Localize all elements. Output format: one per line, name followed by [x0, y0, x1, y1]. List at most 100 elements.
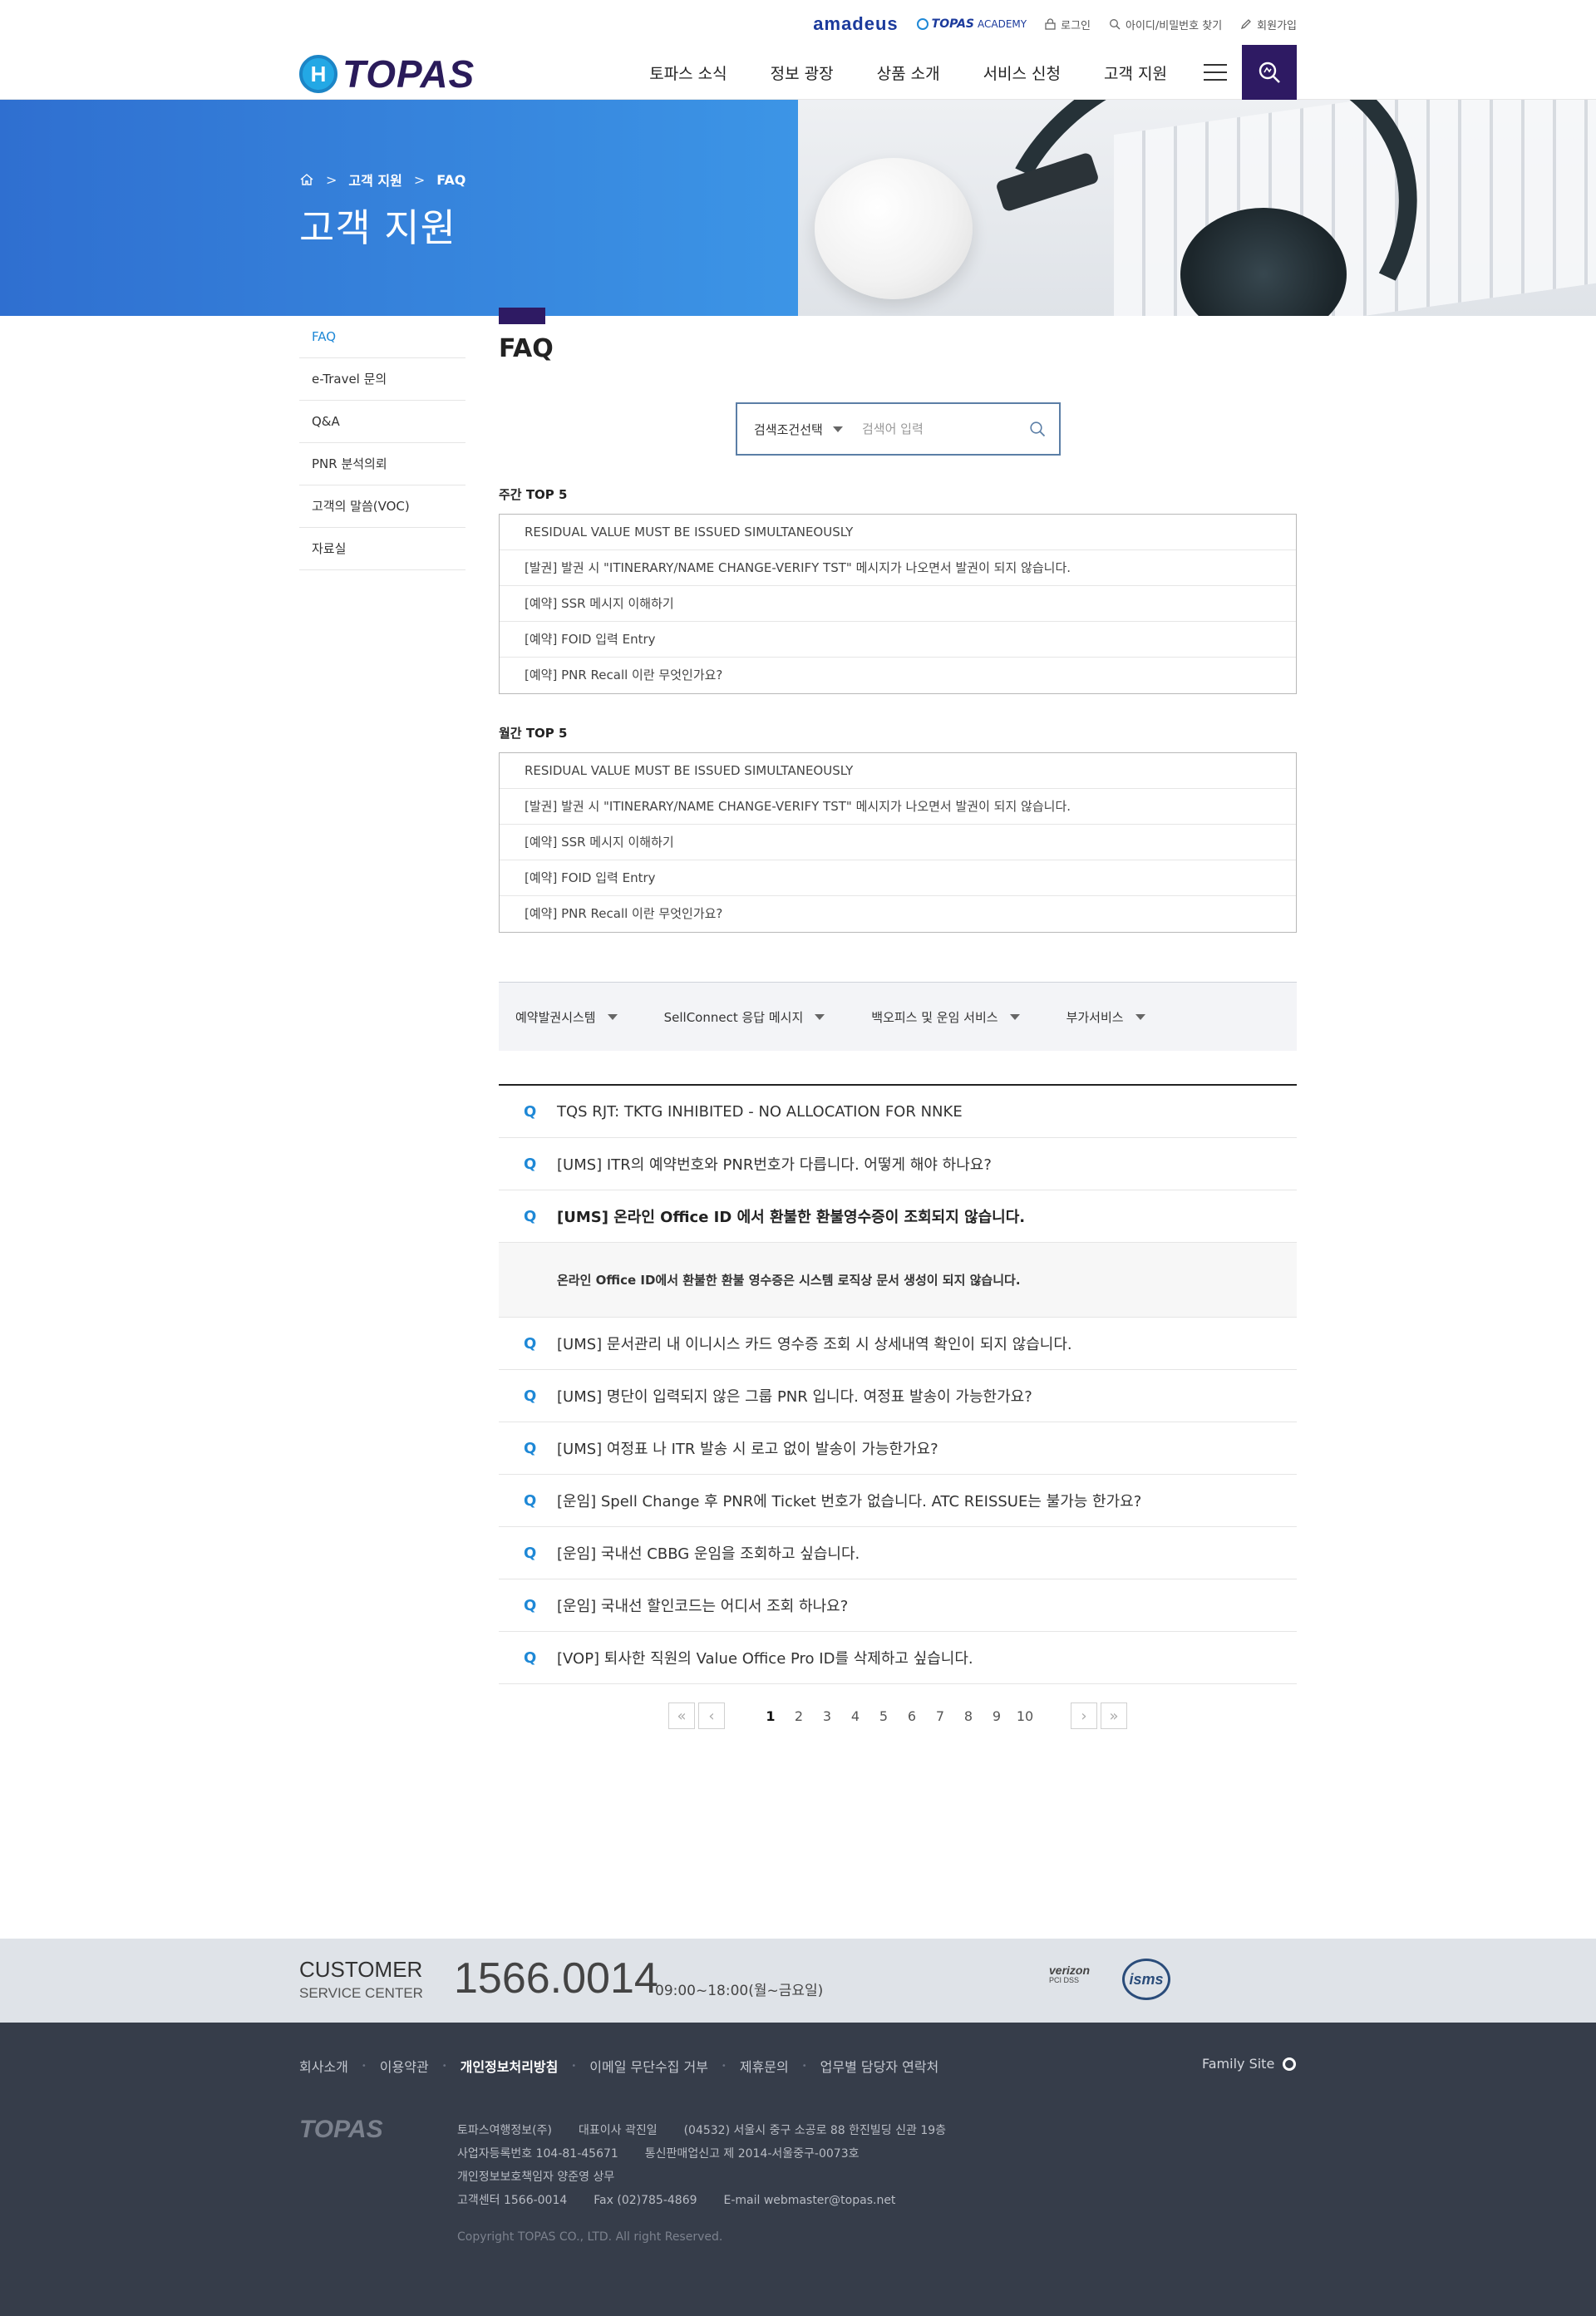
faq-question[interactable]: Q TQS RJT: TKTG INHIBITED - NO ALLOCATION… — [499, 1086, 1297, 1138]
footer-link-contacts[interactable]: 업무별 담당자 연락처 — [820, 2056, 939, 2076]
faq-question[interactable]: Q [운임] 국내선 할인코드는 어디서 조회 하나요? — [499, 1579, 1297, 1632]
list-item[interactable]: [발권] 발권 시 "ITINERARY/NAME CHANGE-VERIFY … — [500, 550, 1296, 586]
customer-center-bar: CUSTOMER SERVICE CENTER 1566.0014 09:00~… — [0, 1939, 1596, 2023]
sidebar-item-faq[interactable]: FAQ — [299, 316, 466, 358]
hero-banner: > 고객 지원 > FAQ 고객 지원 — [0, 100, 1596, 316]
last-page-icon[interactable]: » — [1101, 1703, 1127, 1729]
pencil-icon — [1241, 19, 1252, 30]
sidebar-item-etravel[interactable]: e-Travel 문의 — [299, 358, 466, 401]
footer-link-privacy[interactable]: 개인정보처리방침 — [461, 2056, 559, 2076]
page-link[interactable]: 4 — [841, 1708, 869, 1724]
nav-item-support[interactable]: 고객 지원 — [1104, 62, 1167, 84]
list-item[interactable]: RESIDUAL VALUE MUST BE ISSUED SIMULTANEO… — [500, 753, 1296, 789]
cs-phone: 1566.0014 — [454, 1954, 658, 2003]
breadcrumb-support[interactable]: 고객 지원 — [348, 170, 401, 190]
caret-down-icon — [815, 1013, 825, 1020]
breadcrumb-faq[interactable]: FAQ — [436, 172, 466, 188]
q-icon: Q — [524, 1544, 537, 1562]
category-dropdown-reservation[interactable]: 예약발권시스템 — [515, 1008, 618, 1026]
search-condition-select[interactable]: 검색조건선택 — [737, 421, 862, 438]
hero-image — [798, 100, 1596, 316]
hamburger-menu-icon[interactable] — [1190, 45, 1240, 100]
chevron-right-icon: > — [413, 171, 426, 188]
faq-question[interactable]: Q [UMS] 문서관리 내 이니시스 카드 영수증 조회 시 상세내역 확인이 … — [499, 1318, 1297, 1370]
page-numbers: 1 2 3 4 5 6 7 8 9 10 — [756, 1708, 1039, 1724]
q-icon: Q — [524, 1102, 537, 1121]
q-icon: Q — [524, 1387, 537, 1405]
category-dropdown-addon[interactable]: 부가서비스 — [1066, 1008, 1145, 1026]
faq-question-open[interactable]: Q [UMS] 온라인 Office ID 에서 환불한 환불영수증이 조회되지 … — [499, 1190, 1297, 1243]
caret-down-icon — [1009, 1013, 1020, 1020]
home-icon[interactable] — [299, 173, 314, 186]
footer-link-email-policy[interactable]: 이메일 무단수집 거부 — [589, 2056, 708, 2076]
sidebar-item-qna[interactable]: Q&A — [299, 401, 466, 443]
sidebar-item-voc[interactable]: 고객의 말씀(VOC) — [299, 485, 466, 528]
list-item[interactable]: [예약] PNR Recall 이란 무엇인가요? — [500, 658, 1296, 693]
faq-question[interactable]: Q [UMS] 여정표 나 ITR 발송 시 로고 없이 발송이 가능한가요? — [499, 1422, 1297, 1475]
footer-link-terms[interactable]: 이용약관 — [380, 2056, 429, 2076]
caret-down-icon — [1135, 1013, 1145, 1020]
company-info: 토파스여행정보(주) 대표이사 곽진일 (04532) 서울시 중구 소공로 88 … — [457, 2124, 947, 2207]
list-item[interactable]: [예약] SSR 메시지 이해하기 — [500, 586, 1296, 622]
pagination: « ‹ 1 2 3 4 5 6 7 8 9 10 › » — [499, 1702, 1297, 1730]
footer-link-partnership[interactable]: 제휴문의 — [740, 2056, 789, 2076]
next-page-icon[interactable]: › — [1071, 1703, 1097, 1729]
page-link[interactable]: 2 — [785, 1708, 813, 1724]
find-account-link[interactable]: 아이디/비밀번호 찾기 — [1109, 17, 1222, 32]
faq-question[interactable]: Q [운임] 국내선 CBBG 운임을 조회하고 싶습니다. — [499, 1527, 1297, 1579]
page-link[interactable]: 1 — [756, 1708, 785, 1724]
page-link[interactable]: 10 — [1011, 1708, 1039, 1724]
category-dropdown-backoffice[interactable]: 백오피스 및 운임 서비스 — [871, 1008, 1020, 1026]
sidebar-item-pnr[interactable]: PNR 분석의뢰 — [299, 443, 466, 485]
first-page-icon[interactable]: « — [668, 1703, 695, 1729]
page-link[interactable]: 9 — [983, 1708, 1011, 1724]
faq-question[interactable]: Q [UMS] 명단이 입력되지 않은 그룹 PNR 입니다. 여정표 발송이 가… — [499, 1370, 1297, 1422]
utility-bar: amadeus TOPAS ACADEMY 로그인 아이디/비밀번호 찾기 회원… — [0, 0, 1596, 45]
page-link[interactable]: 8 — [954, 1708, 983, 1724]
q-icon: Q — [524, 1207, 537, 1225]
list-item[interactable]: [예약] FOID 입력 Entry — [500, 622, 1296, 658]
join-link[interactable]: 회원가입 — [1240, 17, 1297, 32]
list-item[interactable]: RESIDUAL VALUE MUST BE ISSUED SIMULTANEO… — [500, 515, 1296, 550]
category-dropdown-sellconnect[interactable]: SellConnect 응답 메시지 — [664, 1008, 825, 1026]
side-nav: FAQ e-Travel 문의 Q&A PNR 분석의뢰 고객의 말씀(VOC)… — [299, 316, 466, 570]
nav-item-news[interactable]: 토파스 소식 — [649, 62, 727, 84]
breadcrumb: > 고객 지원 > FAQ — [299, 170, 466, 190]
caret-down-icon — [607, 1013, 618, 1020]
faq-question[interactable]: Q [VOP] 퇴사한 직원의 Value Office Pro ID를 삭제하고… — [499, 1632, 1297, 1684]
cs-title: CUSTOMER — [299, 1957, 423, 1982]
global-search-button[interactable] — [1242, 45, 1297, 100]
faq-question[interactable]: Q [운임] Spell Change 후 PNR에 Ticket 번호가 없습니… — [499, 1475, 1297, 1527]
main-content: FAQ 검색조건선택 주간 TOP 5 RESIDUAL VALUE MUST … — [499, 308, 1297, 1729]
site-header: H TOPAS 토파스 소식 정보 광장 상품 소개 서비스 신청 고객 지원 — [0, 45, 1596, 100]
faq-list: Q TQS RJT: TKTG INHIBITED - NO ALLOCATION… — [499, 1084, 1297, 1684]
page-link[interactable]: 6 — [898, 1708, 926, 1724]
faq-question[interactable]: Q [UMS] ITR의 예약번호와 PNR번호가 다릅니다. 어떻게 해야 하나… — [499, 1138, 1297, 1190]
page-link[interactable]: 3 — [813, 1708, 841, 1724]
footer-link-company[interactable]: 회사소개 — [299, 2056, 348, 2076]
sidebar-item-library[interactable]: 자료실 — [299, 528, 466, 570]
page-link[interactable]: 5 — [869, 1708, 898, 1724]
search-icon[interactable] — [1029, 421, 1046, 437]
nav-item-info[interactable]: 정보 광장 — [771, 62, 834, 84]
list-item[interactable]: [발권] 발권 시 "ITINERARY/NAME CHANGE-VERIFY … — [500, 789, 1296, 825]
login-link[interactable]: 로그인 — [1045, 17, 1091, 32]
q-icon: Q — [524, 1155, 537, 1173]
topas-logo[interactable]: H TOPAS — [299, 52, 475, 96]
amadeus-logo[interactable]: amadeus — [813, 13, 898, 35]
list-item[interactable]: [예약] PNR Recall 이란 무엇인가요? — [500, 896, 1296, 932]
list-item[interactable]: [예약] SSR 메시지 이해하기 — [500, 825, 1296, 860]
nav-item-products[interactable]: 상품 소개 — [877, 62, 940, 84]
logo-mark: H — [299, 55, 337, 93]
family-site-select[interactable]: Family Site — [1202, 2056, 1297, 2072]
list-item[interactable]: [예약] FOID 입력 Entry — [500, 860, 1296, 896]
prev-page-icon[interactable]: ‹ — [698, 1703, 725, 1729]
q-icon: Q — [524, 1596, 537, 1614]
topas-academy-logo[interactable]: TOPAS ACADEMY — [916, 17, 1027, 31]
category-bar: 예약발권시스템 SellConnect 응답 메시지 백오피스 및 운임 서비스… — [499, 982, 1297, 1051]
nav-item-service[interactable]: 서비스 신청 — [983, 62, 1061, 84]
isms-badge: isms — [1122, 1959, 1170, 2000]
search-input[interactable] — [862, 421, 1020, 436]
lock-icon — [1045, 18, 1056, 30]
page-link[interactable]: 7 — [926, 1708, 954, 1724]
